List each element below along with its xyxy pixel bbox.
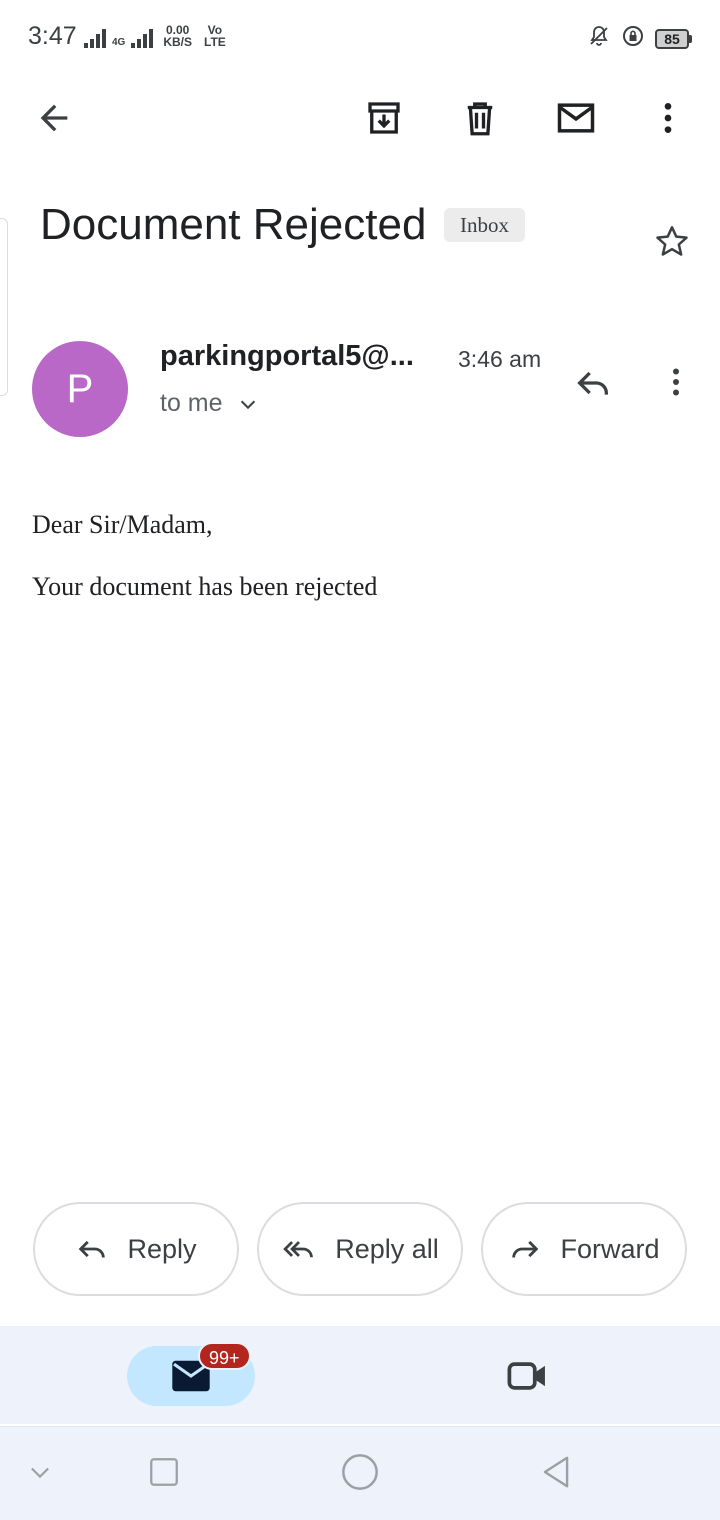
triangle-back-icon (543, 1456, 569, 1488)
back-button[interactable] (30, 94, 78, 142)
delete-icon (467, 102, 493, 136)
rotation-lock-icon (621, 24, 645, 53)
quick-reply-button[interactable] (568, 358, 618, 408)
archive-icon (368, 102, 400, 134)
chevron-down-icon (31, 1467, 49, 1479)
chevron-down-icon (240, 400, 255, 409)
more-vert-icon (664, 103, 672, 133)
reply-all-icon (283, 1241, 314, 1258)
reply-icon (79, 1240, 106, 1258)
bottom-navigation: 99+ (0, 1326, 720, 1424)
reply-all-button[interactable]: Reply all (257, 1202, 463, 1296)
hide-nav-button[interactable] (12, 1447, 68, 1497)
more-vert-icon (673, 368, 679, 396)
email-subject: Document Rejected (40, 200, 427, 249)
recipient-details[interactable]: to me (160, 389, 259, 418)
edge-panel-handle[interactable] (0, 218, 8, 396)
battery-level: 85 (655, 28, 689, 49)
network-speed: 0.00 KB/S (163, 24, 192, 48)
more-options-button[interactable] (644, 94, 692, 142)
email-toolbar (0, 88, 720, 148)
home-button[interactable] (332, 1447, 388, 1497)
message-more-button[interactable] (652, 358, 700, 406)
reply-all-label: Reply all (335, 1233, 439, 1264)
network-indicators: 4G 0.00 KB/S Vo LTE (84, 24, 226, 48)
video-camera-icon (507, 1362, 545, 1390)
body-greeting: Dear Sir/Madam, (32, 510, 213, 539)
inbox-label-chip[interactable]: Inbox (444, 208, 525, 242)
bell-off-icon (587, 24, 611, 53)
status-time: 3:47 (28, 22, 77, 50)
battery-icon: 85 (655, 28, 692, 49)
reply-button[interactable]: Reply (33, 1202, 239, 1296)
forward-label: Forward (560, 1233, 660, 1264)
unread-badge: 99+ (198, 1342, 251, 1370)
back-arrow-icon (40, 104, 68, 132)
archive-button[interactable] (360, 94, 408, 142)
star-button[interactable] (648, 218, 696, 266)
sender-name[interactable]: parkingportal5@... (160, 340, 414, 373)
speed-unit: KB/S (163, 35, 193, 49)
back-nav-button[interactable] (528, 1447, 584, 1497)
circle-icon (342, 1454, 378, 1490)
forward-button[interactable]: Forward (481, 1202, 687, 1296)
volte-bottom: LTE (204, 35, 226, 49)
mark-unread-icon (557, 103, 595, 133)
recents-button[interactable] (136, 1447, 192, 1497)
delete-button[interactable] (456, 94, 504, 142)
star-icon (656, 226, 688, 256)
reply-icon (577, 371, 608, 395)
system-navigation (0, 1426, 720, 1520)
email-time: 3:46 am (458, 346, 542, 372)
volte-indicator: Vo LTE (204, 24, 226, 48)
forward-icon (512, 1240, 539, 1258)
signal-icon-2 (131, 28, 154, 48)
signal-icon (84, 28, 106, 48)
body-message: Your document has been rejected (32, 572, 378, 601)
status-bar: 3:47 4G 0.00 KB/S Vo LTE 85 (0, 0, 720, 72)
mark-unread-button[interactable] (552, 94, 600, 142)
reply-label: Reply (127, 1233, 197, 1264)
meet-tab[interactable] (500, 1352, 556, 1400)
status-right: 85 (587, 24, 692, 53)
recipient-text: to me (160, 389, 223, 417)
network-type: 4G (112, 37, 126, 48)
sender-avatar[interactable]: P (32, 341, 128, 437)
square-icon (150, 1458, 178, 1486)
